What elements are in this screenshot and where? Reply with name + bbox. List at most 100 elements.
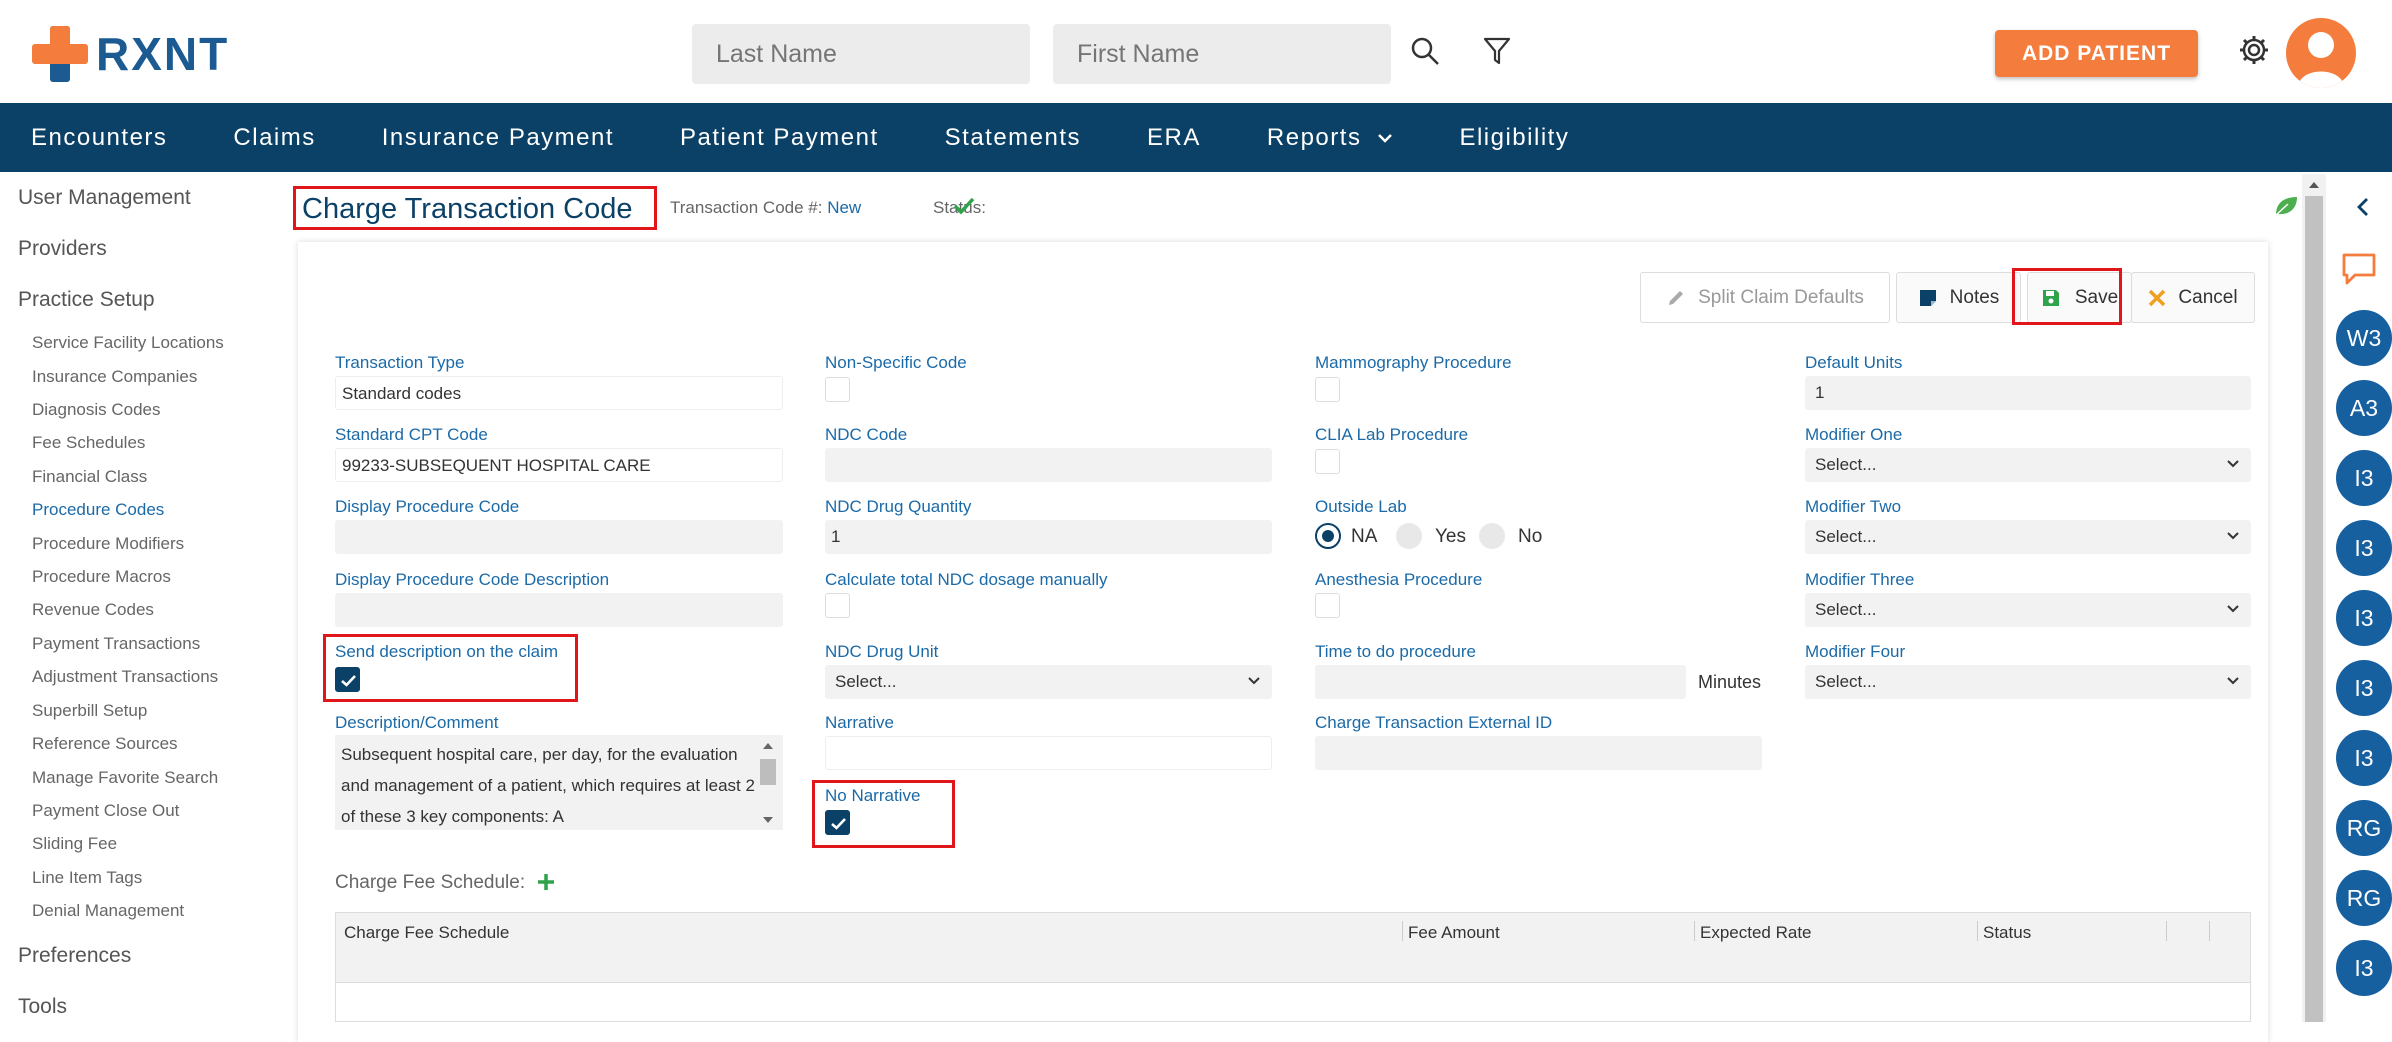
modifier-four-label: Modifier Four xyxy=(1805,642,1906,661)
rail-badge-i3[interactable]: I3 xyxy=(2336,660,2392,716)
nav-patient-payment[interactable]: Patient Payment xyxy=(649,124,914,152)
chevron-down-icon xyxy=(1248,677,1260,685)
outside-lab-no-label: No xyxy=(1518,526,1543,547)
rail-badge-i3[interactable]: I3 xyxy=(2336,590,2392,646)
sidebar-item-adjustment-transactions[interactable]: Adjustment Transactions xyxy=(32,667,218,687)
last-name-input[interactable] xyxy=(692,24,1030,84)
collapse-chevron-left-icon[interactable] xyxy=(2355,196,2371,218)
sidebar-user-management[interactable]: User Management xyxy=(18,186,191,210)
status-check-icon xyxy=(953,197,975,215)
ndc-drug-unit-select[interactable]: Select... xyxy=(825,665,1272,699)
nav-encounters[interactable]: Encounters xyxy=(0,124,202,152)
mammography-label: Mammography Procedure xyxy=(1315,353,1512,372)
rail-badge-i3[interactable]: I3 xyxy=(2336,730,2392,786)
ndc-code-field[interactable] xyxy=(825,448,1272,482)
nav-eligibility[interactable]: Eligibility xyxy=(1428,124,1604,152)
first-name-input[interactable] xyxy=(1053,24,1391,84)
notes-button[interactable]: Notes xyxy=(1896,272,2021,323)
display-procedure-code-field[interactable] xyxy=(335,520,783,554)
scroll-up-icon[interactable] xyxy=(2306,178,2322,190)
anesthesia-checkbox[interactable] xyxy=(1315,593,1340,618)
sidebar-preferences[interactable]: Preferences xyxy=(18,944,131,968)
sidebar-tools[interactable]: Tools xyxy=(18,995,67,1019)
cancel-button[interactable]: Cancel xyxy=(2131,272,2255,323)
modifier-two-label: Modifier Two xyxy=(1805,497,1902,516)
nav-era[interactable]: ERA xyxy=(1116,124,1236,152)
chat-icon[interactable] xyxy=(2341,252,2377,286)
add-patient-button[interactable]: ADD PATIENT xyxy=(1995,30,2198,77)
time-to-do-procedure-field[interactable] xyxy=(1315,665,1686,699)
sidebar-item-diagnosis-codes[interactable]: Diagnosis Codes xyxy=(32,400,161,420)
modifier-two-select[interactable]: Select... xyxy=(1805,520,2251,554)
col-charge-fee-schedule[interactable]: Charge Fee Schedule xyxy=(344,923,509,943)
notes-label: Notes xyxy=(1949,286,2000,308)
default-units-field[interactable]: 1 xyxy=(1805,376,2251,410)
rail-badge-i3[interactable]: I3 xyxy=(2336,940,2392,996)
outside-lab-na-radio[interactable] xyxy=(1315,523,1341,549)
col-fee-amount[interactable]: Fee Amount xyxy=(1408,923,1500,943)
sidebar-item-denial-management[interactable]: Denial Management xyxy=(32,901,184,921)
calculate-ndc-checkbox[interactable] xyxy=(825,593,850,618)
modifier-one-select[interactable]: Select... xyxy=(1805,448,2251,482)
gear-icon[interactable] xyxy=(2238,34,2270,66)
transaction-type-field[interactable]: Standard codes xyxy=(335,376,783,410)
non-specific-code-checkbox[interactable] xyxy=(825,377,850,402)
close-icon xyxy=(2149,289,2166,306)
external-id-field[interactable] xyxy=(1315,736,1762,770)
modifier-four-select[interactable]: Select... xyxy=(1805,665,2251,699)
sidebar-item-fee-schedules[interactable]: Fee Schedules xyxy=(32,433,145,453)
sidebar-item-sliding-fee[interactable]: Sliding Fee xyxy=(32,834,117,854)
sidebar-item-procedure-macros[interactable]: Procedure Macros xyxy=(32,567,171,587)
sidebar-item-financial-class[interactable]: Financial Class xyxy=(32,467,147,487)
mammography-checkbox[interactable] xyxy=(1315,377,1340,402)
transaction-code-meta: Transaction Code #: New xyxy=(670,198,861,218)
page-scrollbar-thumb[interactable] xyxy=(2305,196,2323,1022)
narrative-field[interactable] xyxy=(825,736,1272,770)
rail-badge-i3[interactable]: I3 xyxy=(2336,520,2392,576)
fee-schedule-table: Charge Fee Schedule Fee Amount Expected … xyxy=(335,912,2251,1022)
sidebar-item-line-item-tags[interactable]: Line Item Tags xyxy=(32,868,142,888)
split-claim-defaults-label: Split Claim Defaults xyxy=(1698,286,1864,308)
sidebar-item-reference-sources[interactable]: Reference Sources xyxy=(32,734,178,754)
sidebar-item-service-facility-locations[interactable]: Service Facility Locations xyxy=(32,333,224,353)
no-narrative-checkbox[interactable] xyxy=(825,810,850,835)
filter-icon[interactable] xyxy=(1483,36,1511,66)
rail-badge-rg[interactable]: RG xyxy=(2336,870,2392,926)
rail-badge-w3[interactable]: W3 xyxy=(2336,310,2392,366)
send-description-checkbox[interactable] xyxy=(335,667,360,692)
sidebar-item-procedure-modifiers[interactable]: Procedure Modifiers xyxy=(32,534,184,554)
search-icon[interactable] xyxy=(1410,36,1440,66)
display-procedure-desc-field[interactable] xyxy=(335,593,783,627)
ndc-drug-quantity-field[interactable]: 1 xyxy=(825,520,1272,554)
clia-lab-checkbox[interactable] xyxy=(1315,449,1340,474)
user-avatar[interactable] xyxy=(2286,18,2356,88)
sidebar-item-revenue-codes[interactable]: Revenue Codes xyxy=(32,600,154,620)
col-status[interactable]: Status xyxy=(1983,923,2031,943)
description-comment-textarea[interactable]: Subsequent hospital care, per day, for t… xyxy=(335,735,783,830)
sidebar-item-manage-favorite-search[interactable]: Manage Favorite Search xyxy=(32,768,218,788)
standard-cpt-field[interactable]: 99233-SUBSEQUENT HOSPITAL CARE xyxy=(335,448,783,482)
nav-reports[interactable]: Reports xyxy=(1236,124,1429,152)
sidebar-practice-setup[interactable]: Practice Setup xyxy=(18,288,155,312)
sidebar-providers[interactable]: Providers xyxy=(18,237,107,261)
rxnt-logo[interactable]: RXNT xyxy=(32,26,229,82)
add-icon[interactable] xyxy=(536,872,556,892)
outside-lab-no-radio[interactable] xyxy=(1479,523,1505,549)
sidebar-item-payment-close-out[interactable]: Payment Close Out xyxy=(32,801,179,821)
sidebar-item-superbill-setup[interactable]: Superbill Setup xyxy=(32,701,147,721)
nav-statements[interactable]: Statements xyxy=(914,124,1116,152)
col-expected-rate[interactable]: Expected Rate xyxy=(1700,923,1812,943)
rail-badge-a3[interactable]: A3 xyxy=(2336,380,2392,436)
description-scrollbar[interactable] xyxy=(757,739,779,827)
sidebar-item-payment-transactions[interactable]: Payment Transactions xyxy=(32,634,200,654)
nav-insurance-payment[interactable]: Insurance Payment xyxy=(351,124,649,152)
sidebar-item-procedure-codes[interactable]: Procedure Codes xyxy=(32,500,164,520)
rail-badge-rg[interactable]: RG xyxy=(2336,800,2392,856)
checkmark-icon xyxy=(341,675,356,687)
nav-claims[interactable]: Claims xyxy=(202,124,350,152)
modifier-three-select[interactable]: Select... xyxy=(1805,593,2251,627)
rail-badge-i3[interactable]: I3 xyxy=(2336,450,2392,506)
outside-lab-yes-radio[interactable] xyxy=(1396,523,1422,549)
split-claim-defaults-button[interactable]: Split Claim Defaults xyxy=(1640,272,1890,323)
sidebar-item-insurance-companies[interactable]: Insurance Companies xyxy=(32,367,197,387)
